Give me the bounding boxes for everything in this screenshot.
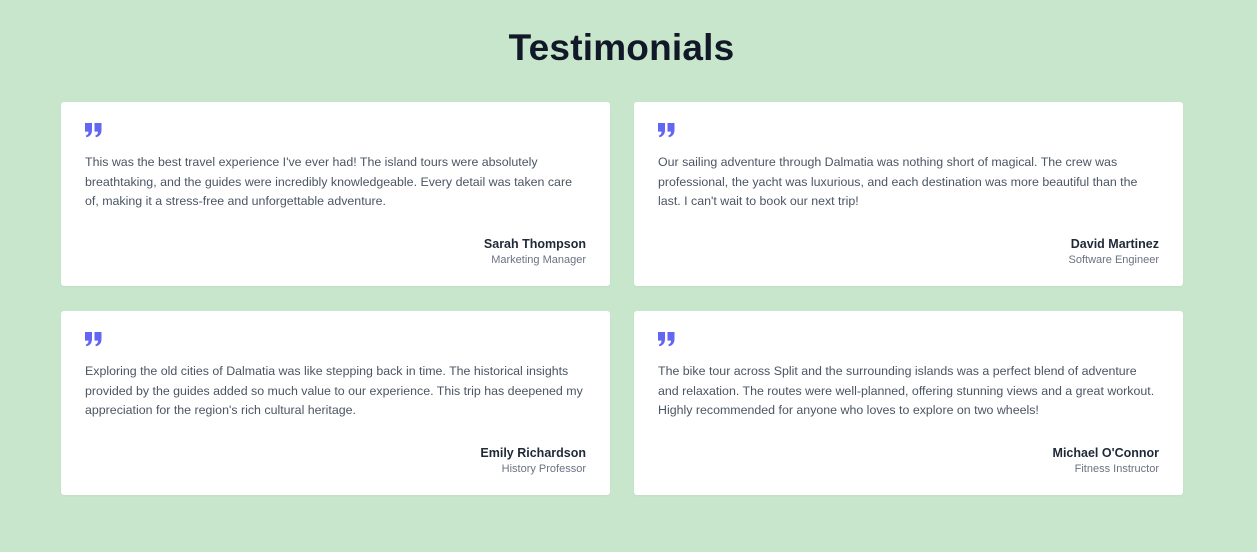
author-name: David Martinez [1070, 237, 1159, 251]
testimonial-author: Sarah Thompson Marketing Manager [85, 236, 586, 268]
section-title: Testimonials [508, 27, 735, 68]
quote-icon [658, 331, 1159, 353]
testimonial-quote: Our sailing adventure through Dalmatia w… [658, 155, 1138, 209]
author-role: Software Engineer [1068, 254, 1160, 266]
testimonial-author: David Martinez Software Engineer [658, 236, 1160, 268]
testimonial-card: The bike tour across Split and the surro… [634, 311, 1183, 495]
testimonial-card: Our sailing adventure through Dalmatia w… [634, 102, 1183, 286]
quote-icon [85, 122, 586, 144]
testimonial-quote: Exploring the old cities of Dalmatia was… [85, 364, 583, 418]
author-name: Sarah Thompson [483, 237, 586, 251]
author-name: Michael O'Connor [1052, 446, 1159, 460]
quote-icon [85, 331, 586, 353]
quote-icon [658, 122, 1159, 144]
testimonial-card: Exploring the old cities of Dalmatia was… [61, 311, 610, 495]
author-role: Fitness Instructor [1074, 463, 1159, 475]
author-name: Emily Richardson [480, 446, 586, 460]
testimonial-card: This was the best travel experience I've… [61, 102, 610, 286]
author-role: History Professor [501, 463, 586, 475]
testimonial-quote: This was the best travel experience I've… [85, 155, 572, 209]
testimonial-author: Michael O'Connor Fitness Instructor [658, 445, 1159, 477]
testimonial-author: Emily Richardson History Professor [85, 445, 586, 477]
author-role: Marketing Manager [491, 254, 586, 266]
testimonial-quote: The bike tour across Split and the surro… [658, 364, 1155, 418]
